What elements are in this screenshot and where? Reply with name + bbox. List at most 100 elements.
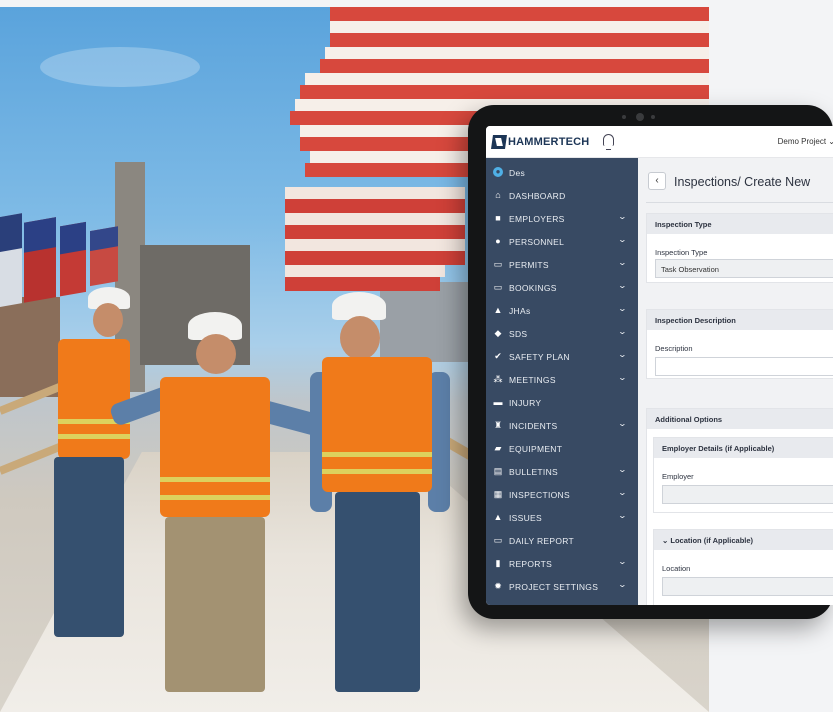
sidebar-item-label: INSPECTIONS [509,490,570,500]
sidebar-item-safety-plan[interactable]: ✔ SAFETY PLAN ⌄ [486,345,638,368]
sidebar-item-inspections[interactable]: ▦ INSPECTIONS ⌄ [486,483,638,506]
card-header-title: Inspection Type [655,220,712,229]
sidebar-item-issues[interactable]: ▲ ISSUES ⌄ [486,506,638,529]
briefcase-icon: ■ [495,213,501,223]
chevron-down-icon[interactable]: ⌄ [618,350,627,359]
card-header-title: Inspection Description [655,316,736,325]
location-section: ⌄ Location (if Applicable) Location [653,529,833,605]
employer-details-header[interactable]: Employer Details (if Applicable) [654,438,833,458]
cloud [40,47,200,87]
check-circle-icon: ✔ [494,351,502,361]
clipboard-icon: ▦ [493,489,503,499]
sidebar-item-label: SAFETY PLAN [509,352,570,362]
employer-label: Employer [662,472,694,481]
chevron-down-icon[interactable]: ⌄ [618,304,627,313]
sidebar-item-permits[interactable]: ▭ PERMITS ⌄ [486,253,638,276]
document-icon: ▤ [493,466,503,476]
sidebar-item-bookings[interactable]: ▭ BOOKINGS ⌄ [486,276,638,299]
sidebar-item-bulletins[interactable]: ▤ BULLETINS ⌄ [486,460,638,483]
chevron-left-icon: ‹ [655,175,659,186]
sidebar-item-label: DAILY REPORT [509,536,575,546]
employer-select[interactable] [662,485,833,504]
truck-icon: ▰ [494,443,502,453]
card-icon: ▭ [493,282,503,292]
tablet-device: HAMMERTECH Demo Project ⌄ ● Des ⌂ DASHBO… [468,105,833,619]
warning-icon: ▲ [493,512,503,522]
sidebar-item-label: JHAs [509,306,531,316]
chevron-down-icon[interactable]: ⌄ [618,373,627,382]
chevron-down-icon[interactable]: ⌄ [618,419,627,428]
sidebar-item-label: ISSUES [509,513,542,523]
sidebar-item-meetings[interactable]: ⁂ MEETINGS ⌄ [486,368,638,391]
location-label: Location [662,564,691,573]
chevron-down-icon[interactable]: ⌄ [618,488,627,497]
main-content: ‹ Inspections/ Create New Inspection Typ… [638,158,833,605]
sidebar-item-project-settings[interactable]: ✹ PROJECT SETTINGS ⌄ [486,575,638,598]
chevron-down-icon[interactable]: ⌄ [618,327,627,336]
chevron-down-icon[interactable]: ⌄ [618,281,627,290]
worker [108,312,332,712]
sidebar-item-employers[interactable]: ■ EMPLOYERS ⌄ [486,207,638,230]
sidebar-item-equipment[interactable]: ▰ EQUIPMENT [486,437,638,460]
inspection-type-card: Inspection Type Inspection Type Task Obs… [646,213,833,283]
sidebar-item-label: BOOKINGS [509,283,557,293]
chevron-down-icon[interactable]: ⌄ [618,465,627,474]
top-bar: HAMMERTECH Demo Project ⌄ [486,126,833,158]
sidebar-item-label: MEETINGS [509,375,556,385]
chevron-down-icon[interactable]: ⌄ [618,235,627,244]
sidebar-item-incidents[interactable]: ♜ INCIDENTS ⌄ [486,414,638,437]
breadcrumb-page: / Create New [737,175,811,189]
sidebar-item-reports[interactable]: ▮ REPORTS ⌄ [486,552,638,575]
card-header: Additional Options [647,409,833,429]
chevron-down-icon[interactable]: ⌄ [618,258,627,267]
sidebar-item-label: INCIDENTS [509,421,558,431]
sidebar-item-label: PROJECT SETTINGS [509,582,599,592]
camera [636,113,644,121]
breadcrumb-section[interactable]: Inspections [674,175,737,189]
diamond-icon: ◆ [494,328,502,338]
description-input[interactable] [655,357,833,376]
brand-name[interactable]: HAMMERTECH [508,136,589,148]
sidebar-item-label: INJURY [509,398,542,408]
card-header-title: Additional Options [655,415,723,424]
sidebar-item-daily-report[interactable]: ▭ DAILY REPORT [486,529,638,552]
employer-details-title: Employer Details (if Applicable) [662,444,775,453]
chevron-down-icon: ⌄ [662,536,669,545]
sidebar-item-jhas[interactable]: ▲ JHAs ⌄ [486,299,638,322]
sidebar-item-label: PERMITS [509,260,549,270]
sidebar-item-dashboard[interactable]: ⌂ DASHBOARD [486,184,638,207]
location-title: ⌄ Location (if Applicable) [662,536,754,545]
sidebar-item-sds[interactable]: ◆ SDS ⌄ [486,322,638,345]
sidebar-item-label: DASHBOARD [509,191,566,201]
calendar-icon: ▭ [493,535,503,545]
sidebar-item-label: EMPLOYERS [509,214,565,224]
sidebar-item-injury[interactable]: ▬ INJURY [486,391,638,414]
chevron-down-icon[interactable]: ⌄ [618,557,627,566]
inspection-type-label: Inspection Type [655,248,708,257]
sidebar-item-label: BULLETINS [509,467,558,477]
worker [300,292,470,712]
sidebar-item-personnel[interactable]: ● PERSONNEL ⌄ [486,230,638,253]
card-icon: ▭ [493,259,503,269]
hammertech-logo-icon[interactable] [491,135,507,149]
sidebar-item-label: PERSONNEL [509,237,565,247]
inspection-type-select[interactable]: Task Observation [655,259,833,278]
hazard-icon: ▲ [493,305,503,315]
home-icon: ⌂ [495,190,501,200]
bell-icon[interactable] [603,134,614,150]
description-label: Description [655,344,693,353]
camera-dot [622,115,626,119]
project-selector[interactable]: Demo Project ⌄ [778,137,833,146]
chevron-down-icon[interactable]: ⌄ [618,580,627,589]
app-screen: HAMMERTECH Demo Project ⌄ ● Des ⌂ DASHBO… [486,126,833,605]
back-button[interactable]: ‹ [648,172,666,190]
location-header[interactable]: ⌄ Location (if Applicable) [654,530,833,550]
additional-options-card: Additional Options Employer Details (if … [646,408,833,605]
chevron-down-icon[interactable]: ⌄ [618,511,627,520]
inspection-type-value: Task Observation [661,265,719,274]
location-select[interactable] [662,577,833,596]
sidebar-user[interactable]: ● Des [486,161,638,184]
sidebar-item-label: SDS [509,329,528,339]
bandage-icon: ▬ [493,397,503,407]
chevron-down-icon[interactable]: ⌄ [618,212,627,221]
